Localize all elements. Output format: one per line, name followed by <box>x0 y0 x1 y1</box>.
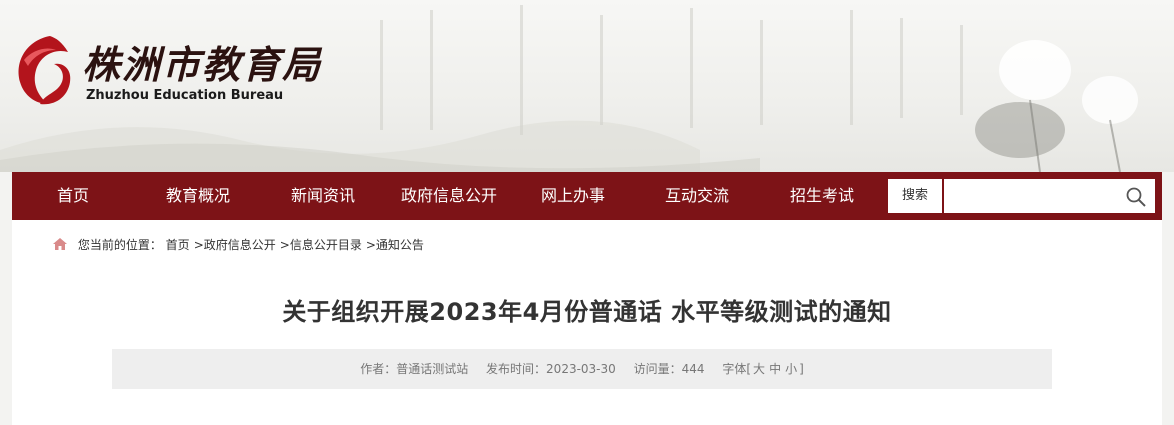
breadcrumb-gov-info[interactable]: 政府信息公开 <box>204 238 276 252</box>
article-author: 作者：普通话测试站 <box>360 362 469 376</box>
font-size-large-button[interactable]: 大 <box>753 362 765 376</box>
nav-gov-info[interactable]: 政府信息公开 <box>384 172 514 220</box>
breadcrumb-info-catalog[interactable]: 信息公开目录 <box>290 238 362 252</box>
breadcrumb-home[interactable]: 首页 <box>166 238 190 252</box>
main-content: 您当前的位置： 首页 >政府信息公开 >信息公开目录 >通知公告 关于组织开展2023… <box>12 220 1162 425</box>
font-size-small-button[interactable]: 小 <box>785 362 797 376</box>
nav-education-overview[interactable]: 教育概况 <box>134 172 262 220</box>
font-size-label: 字体[ <box>722 362 752 376</box>
font-size-control: 字体[大中小] <box>722 362 803 376</box>
nav-admissions[interactable]: 招生考试 <box>762 172 882 220</box>
search-input[interactable] <box>944 179 1114 213</box>
font-size-medium-button[interactable]: 中 <box>769 362 781 376</box>
breadcrumb: 您当前的位置： 首页 >政府信息公开 >信息公开目录 >通知公告 <box>52 236 424 254</box>
search-box <box>944 179 1155 213</box>
nav-online-services[interactable]: 网上办事 <box>514 172 632 220</box>
font-size-end: ] <box>799 362 804 376</box>
breadcrumb-notices[interactable]: 通知公告 <box>376 238 424 252</box>
breadcrumb-prefix: 您当前的位置： <box>77 238 162 252</box>
breadcrumb-separator: > <box>365 238 376 252</box>
logo-title-en: Zhuzhou Education Bureau <box>86 88 284 103</box>
breadcrumb-separator: > <box>193 238 204 252</box>
main-nav: 首页 教育概况 新闻资讯 政府信息公开 网上办事 互动交流 招生考试 搜索 <box>12 172 1162 220</box>
nav-home[interactable]: 首页 <box>12 172 134 220</box>
article-meta: 作者：普通话测试站 发布时间：2023-03-30 访问量：444 字体[大中小… <box>112 349 1052 389</box>
article-title: 关于组织开展2023年4月份普通话 水平等级测试的通知 <box>282 298 892 326</box>
breadcrumb-separator: > <box>279 238 290 252</box>
search-label: 搜索 <box>888 179 942 213</box>
home-icon <box>53 238 67 250</box>
site-header: 株洲市教育局 Zhuzhou Education Bureau <box>0 0 1174 172</box>
article-view-count: 访问量：444 <box>633 362 705 376</box>
nav-news[interactable]: 新闻资讯 <box>262 172 384 220</box>
search-icon[interactable] <box>1125 186 1147 208</box>
nav-interaction[interactable]: 互动交流 <box>632 172 762 220</box>
logo-title-cn: 株洲市教育局 <box>82 42 323 87</box>
article-publish-date: 发布时间：2023-03-30 <box>486 362 616 376</box>
